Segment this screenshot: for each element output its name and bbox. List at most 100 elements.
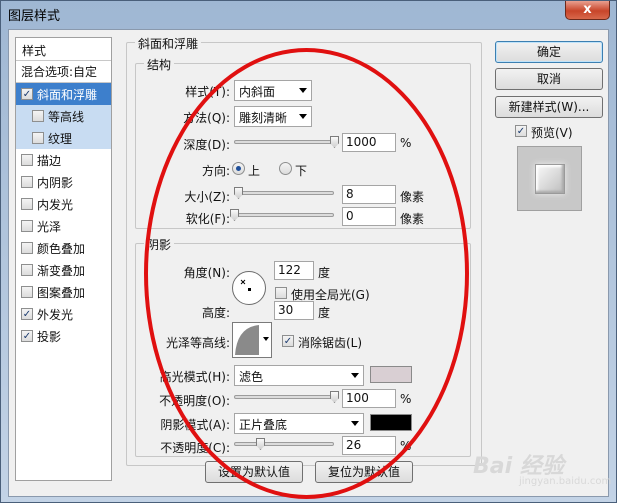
sidebar-item-checkbox[interactable] [21,242,33,254]
technique-select[interactable]: 雕刻清晰 [234,106,312,127]
styles-list-header[interactable]: 样式 [16,38,111,61]
depth-unit: % [400,136,412,150]
sidebar-item-checkbox[interactable] [21,154,33,166]
angle-dial[interactable] [232,271,266,305]
bevel-emboss-title: 斜面和浮雕 [135,35,202,52]
cancel-button[interactable]: 取消 [495,68,603,90]
sidebar-item-checkbox[interactable] [21,176,33,188]
sidebar-item-label: 图案叠加 [37,285,86,300]
technique-select-value: 雕刻清晰 [239,111,288,125]
highlight-mode-select[interactable]: 滤色 [234,365,364,386]
shadow-color-swatch[interactable] [370,414,412,431]
sidebar-item-checkbox[interactable] [21,264,33,276]
size-input[interactable]: 8 [342,185,396,204]
sidebar-item-label: 纹理 [48,131,73,146]
angle-label: 角度(N): [183,266,230,280]
sidebar-item-label: 内发光 [37,197,74,212]
gloss-contour-picker[interactable] [232,322,272,358]
sidebar-item-label: 内阴影 [37,175,74,190]
technique-label: 方法(Q): [183,111,230,125]
direction-down-label[interactable]: 下 [295,162,307,179]
depth-slider[interactable] [234,135,339,149]
antialias-checkbox[interactable]: ✓ [282,335,294,347]
sidebar-item-checkbox[interactable]: ✓ [21,88,33,100]
sidebar-item[interactable]: 等高线 [16,105,111,127]
slider-thumb[interactable] [230,209,239,221]
new-style-button[interactable]: 新建样式(W)... [495,96,603,118]
slider-track [234,140,334,144]
slider-thumb[interactable] [256,438,265,450]
chevron-down-icon [351,421,359,426]
slider-thumb[interactable] [330,391,339,403]
shadow-mode-select[interactable]: 正片叠底 [234,413,364,434]
shadow-mode-value: 正片叠底 [239,418,288,432]
sidebar-item[interactable]: ✓ 投影 [16,325,111,347]
structure-group: 结构 样式(T): 内斜面 方法(Q): 雕刻清晰 深度(D): 1000 % [135,56,471,229]
preview-label[interactable]: 预览(V) [531,124,573,141]
sidebar-item[interactable]: ✓ 外发光 [16,303,111,325]
angle-input[interactable]: 122 [274,261,314,280]
title-bar[interactable]: 图层样式 x [1,1,616,26]
sidebar-item-label: 投影 [37,329,62,344]
sidebar-item[interactable]: 渐变叠加 [16,259,111,281]
sidebar-item-label: 渐变叠加 [37,263,86,278]
sidebar-item[interactable]: 内发光 [16,193,111,215]
sidebar-item[interactable]: 颜色叠加 [16,237,111,259]
sidebar-item[interactable]: 光泽 [16,215,111,237]
preview-checkbox[interactable]: ✓ [515,125,527,137]
sidebar-item[interactable]: 内阴影 [16,171,111,193]
slider-track [234,191,334,195]
make-default-button[interactable]: 设置为默认值 [205,461,303,483]
layer-style-dialog: 图层样式 x 样式 混合选项:自定 ✓ 斜面和浮雕 等高线 纹理 描边 内阴影 内发光 光泽 颜色… [0,0,617,503]
chevron-down-icon [299,88,307,93]
sidebar-item[interactable]: 混合选项:自定 [16,61,111,83]
direction-down-radio[interactable] [279,162,292,175]
contour-curve-icon [235,325,259,355]
global-light-checkbox[interactable] [275,287,287,299]
sidebar-item-checkbox[interactable]: ✓ [21,330,33,342]
sidebar-item-checkbox[interactable] [21,286,33,298]
ok-button[interactable]: 确定 [495,41,603,63]
sidebar-item[interactable]: 图案叠加 [16,281,111,303]
slider-thumb[interactable] [234,187,243,199]
highlight-opacity-slider[interactable] [234,390,339,404]
chevron-down-icon [263,337,269,341]
style-select-value: 内斜面 [239,85,276,99]
highlight-color-swatch[interactable] [370,366,412,383]
style-select[interactable]: 内斜面 [234,80,312,101]
highlight-mode-value: 滤色 [239,370,264,384]
soften-slider[interactable] [230,208,334,222]
altitude-input[interactable]: 30 [274,301,314,320]
shadow-opacity-label: 不透明度(C): [160,441,230,455]
chevron-down-icon [299,114,307,119]
reset-default-button[interactable]: 复位为默认值 [315,461,413,483]
sidebar-item-checkbox[interactable] [32,132,44,144]
shadow-opacity-slider[interactable] [234,437,334,451]
shading-group: 阴影 角度(N): 122 度 使用全局光(G) 高度: 30 度 光泽等高线: [135,236,471,457]
direction-up-radio[interactable] [232,162,245,175]
sidebar-item[interactable]: ✓ 斜面和浮雕 [16,83,111,105]
sidebar-item-checkbox[interactable] [32,110,44,122]
window-title: 图层样式 [8,9,61,24]
antialias-label[interactable]: 消除锯齿(L) [298,334,362,351]
highlight-opacity-input[interactable]: 100 [342,389,396,408]
size-slider[interactable] [234,186,334,200]
chevron-down-icon [351,373,359,378]
structure-title: 结构 [144,56,175,73]
style-label: 样式(T): [185,85,230,99]
direction-up-label[interactable]: 上 [248,162,260,179]
sidebar-item[interactable]: 纹理 [16,127,111,149]
altitude-unit: 度 [318,306,331,320]
styles-list: 样式 混合选项:自定 ✓ 斜面和浮雕 等高线纹理描边内阴影内发光光泽 颜色叠加渐变叠加图… [15,37,112,481]
dialog-body: 样式 混合选项:自定 ✓ 斜面和浮雕 等高线 纹理 描边 内阴影 内发光 光泽 颜色叠加 渐变叠加图… [8,29,609,497]
sidebar-item-label: 混合选项:自定 [21,65,98,79]
depth-input[interactable]: 1000 [342,133,396,152]
slider-thumb[interactable] [330,136,339,148]
sidebar-item[interactable]: 描边 [16,149,111,171]
sidebar-item-checkbox[interactable]: ✓ [21,308,33,320]
close-button[interactable]: x [565,1,610,20]
sidebar-item-checkbox[interactable] [21,220,33,232]
shadow-opacity-input[interactable]: 26 [342,436,396,455]
soften-input[interactable]: 0 [342,207,396,226]
sidebar-item-checkbox[interactable] [21,198,33,210]
